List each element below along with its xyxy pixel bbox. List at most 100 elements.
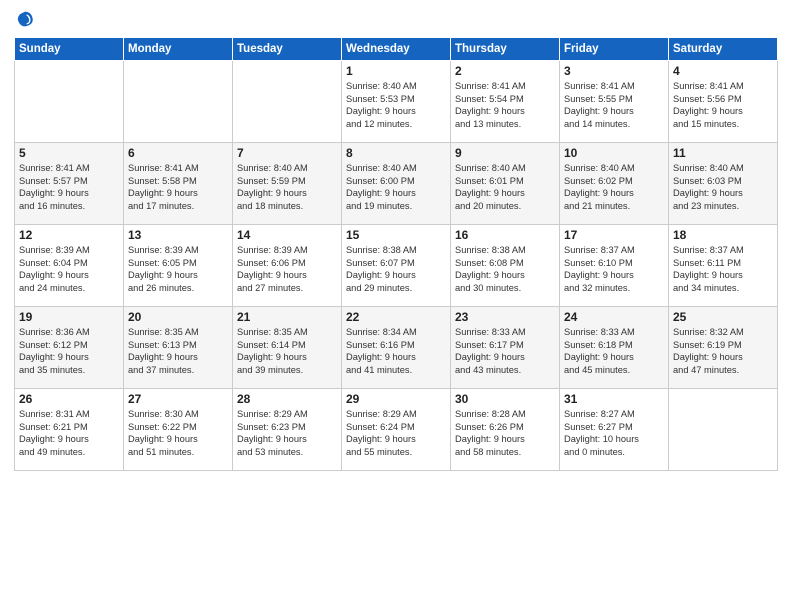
day-number: 5 (19, 146, 119, 160)
week-row-3: 12 Sunrise: 8:39 AM Sunset: 6:04 PM Dayli… (15, 225, 778, 307)
calendar-cell: 17 Sunrise: 8:37 AM Sunset: 6:10 PM Dayli… (560, 225, 669, 307)
calendar-cell (669, 389, 778, 471)
calendar-cell: 3 Sunrise: 8:41 AM Sunset: 5:55 PM Daylig… (560, 61, 669, 143)
cell-content: Sunrise: 8:36 AM Sunset: 6:12 PM Dayligh… (19, 326, 119, 376)
cell-content: Sunrise: 8:40 AM Sunset: 6:03 PM Dayligh… (673, 162, 773, 212)
day-header-sunday: Sunday (15, 38, 124, 61)
week-row-2: 5 Sunrise: 8:41 AM Sunset: 5:57 PM Daylig… (15, 143, 778, 225)
calendar-cell: 12 Sunrise: 8:39 AM Sunset: 6:04 PM Dayli… (15, 225, 124, 307)
calendar-cell: 8 Sunrise: 8:40 AM Sunset: 6:00 PM Daylig… (342, 143, 451, 225)
day-number: 26 (19, 392, 119, 406)
calendar-cell: 24 Sunrise: 8:33 AM Sunset: 6:18 PM Dayli… (560, 307, 669, 389)
cell-content: Sunrise: 8:40 AM Sunset: 6:02 PM Dayligh… (564, 162, 664, 212)
calendar-table: SundayMondayTuesdayWednesdayThursdayFrid… (14, 37, 778, 471)
calendar-cell: 6 Sunrise: 8:41 AM Sunset: 5:58 PM Daylig… (124, 143, 233, 225)
cell-content: Sunrise: 8:32 AM Sunset: 6:19 PM Dayligh… (673, 326, 773, 376)
calendar-cell: 10Sunrise: 8:40 AM Sunset: 6:02 PM Dayli… (560, 143, 669, 225)
day-header-friday: Friday (560, 38, 669, 61)
day-header-saturday: Saturday (669, 38, 778, 61)
day-header-monday: Monday (124, 38, 233, 61)
calendar-cell (124, 61, 233, 143)
calendar-cell: 26 Sunrise: 8:31 AM Sunset: 6:21 PM Dayli… (15, 389, 124, 471)
calendar-cell: 22 Sunrise: 8:34 AM Sunset: 6:16 PM Dayli… (342, 307, 451, 389)
calendar-cell: 30 Sunrise: 8:28 AM Sunset: 6:26 PM Dayli… (451, 389, 560, 471)
calendar-cell: 18Sunrise: 8:37 AM Sunset: 6:11 PM Dayli… (669, 225, 778, 307)
day-number: 24 (564, 310, 664, 324)
day-number: 19 (19, 310, 119, 324)
day-number: 16 (455, 228, 555, 242)
calendar-cell: 1Sunrise: 8:40 AM Sunset: 5:53 PM Daylig… (342, 61, 451, 143)
day-number: 20 (128, 310, 228, 324)
cell-content: Sunrise: 8:31 AM Sunset: 6:21 PM Dayligh… (19, 408, 119, 458)
day-number: 27 (128, 392, 228, 406)
day-number: 13 (128, 228, 228, 242)
logo (14, 10, 38, 33)
calendar-cell: 29 Sunrise: 8:29 AM Sunset: 6:24 PM Dayli… (342, 389, 451, 471)
calendar-cell: 5 Sunrise: 8:41 AM Sunset: 5:57 PM Daylig… (15, 143, 124, 225)
header (14, 10, 778, 33)
calendar-cell: 31 Sunrise: 8:27 AM Sunset: 6:27 PM Dayli… (560, 389, 669, 471)
day-number: 17 (564, 228, 664, 242)
day-number: 8 (346, 146, 446, 160)
cell-content: Sunrise: 8:33 AM Sunset: 6:18 PM Dayligh… (564, 326, 664, 376)
cell-content: Sunrise: 8:40 AM Sunset: 5:59 PM Dayligh… (237, 162, 337, 212)
calendar-cell: 4 Sunrise: 8:41 AM Sunset: 5:56 PM Daylig… (669, 61, 778, 143)
cell-content: Sunrise: 8:27 AM Sunset: 6:27 PM Dayligh… (564, 408, 664, 458)
day-number: 11 (673, 146, 773, 160)
cell-content: Sunrise: 8:30 AM Sunset: 6:22 PM Dayligh… (128, 408, 228, 458)
day-number: 29 (346, 392, 446, 406)
cell-content: Sunrise: 8:41 AM Sunset: 5:57 PM Dayligh… (19, 162, 119, 212)
cell-content: Sunrise: 8:37 AM Sunset: 6:10 PM Dayligh… (564, 244, 664, 294)
day-number: 23 (455, 310, 555, 324)
calendar-cell: 25 Sunrise: 8:32 AM Sunset: 6:19 PM Dayli… (669, 307, 778, 389)
cell-content: Sunrise: 8:38 AM Sunset: 6:07 PM Dayligh… (346, 244, 446, 294)
week-row-5: 26 Sunrise: 8:31 AM Sunset: 6:21 PM Dayli… (15, 389, 778, 471)
day-header-thursday: Thursday (451, 38, 560, 61)
cell-content: Sunrise: 8:39 AM Sunset: 6:05 PM Dayligh… (128, 244, 228, 294)
calendar-cell: 15Sunrise: 8:38 AM Sunset: 6:07 PM Dayli… (342, 225, 451, 307)
day-number: 6 (128, 146, 228, 160)
day-number: 31 (564, 392, 664, 406)
cell-content: Sunrise: 8:40 AM Sunset: 5:53 PM Dayligh… (346, 80, 446, 130)
day-number: 2 (455, 64, 555, 78)
calendar-cell: 20Sunrise: 8:35 AM Sunset: 6:13 PM Dayli… (124, 307, 233, 389)
day-number: 3 (564, 64, 664, 78)
cell-content: Sunrise: 8:41 AM Sunset: 5:56 PM Dayligh… (673, 80, 773, 130)
cell-content: Sunrise: 8:40 AM Sunset: 6:01 PM Dayligh… (455, 162, 555, 212)
calendar-cell: 21Sunrise: 8:35 AM Sunset: 6:14 PM Dayli… (233, 307, 342, 389)
calendar-cell: 14Sunrise: 8:39 AM Sunset: 6:06 PM Dayli… (233, 225, 342, 307)
day-number: 12 (19, 228, 119, 242)
calendar-cell (15, 61, 124, 143)
cell-content: Sunrise: 8:39 AM Sunset: 6:04 PM Dayligh… (19, 244, 119, 294)
day-header-wednesday: Wednesday (342, 38, 451, 61)
day-number: 21 (237, 310, 337, 324)
cell-content: Sunrise: 8:33 AM Sunset: 6:17 PM Dayligh… (455, 326, 555, 376)
calendar-cell: 23 Sunrise: 8:33 AM Sunset: 6:17 PM Dayli… (451, 307, 560, 389)
cell-content: Sunrise: 8:28 AM Sunset: 6:26 PM Dayligh… (455, 408, 555, 458)
logo-icon (16, 10, 34, 28)
day-number: 22 (346, 310, 446, 324)
day-number: 14 (237, 228, 337, 242)
cell-content: Sunrise: 8:29 AM Sunset: 6:24 PM Dayligh… (346, 408, 446, 458)
day-number: 30 (455, 392, 555, 406)
cell-content: Sunrise: 8:41 AM Sunset: 5:55 PM Dayligh… (564, 80, 664, 130)
calendar-cell: 2Sunrise: 8:41 AM Sunset: 5:54 PM Daylig… (451, 61, 560, 143)
cell-content: Sunrise: 8:29 AM Sunset: 6:23 PM Dayligh… (237, 408, 337, 458)
header-row: SundayMondayTuesdayWednesdayThursdayFrid… (15, 38, 778, 61)
cell-content: Sunrise: 8:34 AM Sunset: 6:16 PM Dayligh… (346, 326, 446, 376)
day-number: 9 (455, 146, 555, 160)
calendar-cell: 7 Sunrise: 8:40 AM Sunset: 5:59 PM Daylig… (233, 143, 342, 225)
calendar-cell: 13 Sunrise: 8:39 AM Sunset: 6:05 PM Dayli… (124, 225, 233, 307)
calendar-cell (233, 61, 342, 143)
cell-content: Sunrise: 8:40 AM Sunset: 6:00 PM Dayligh… (346, 162, 446, 212)
calendar-cell: 9 Sunrise: 8:40 AM Sunset: 6:01 PM Daylig… (451, 143, 560, 225)
calendar-cell: 19 Sunrise: 8:36 AM Sunset: 6:12 PM Dayli… (15, 307, 124, 389)
day-number: 18 (673, 228, 773, 242)
day-number: 7 (237, 146, 337, 160)
day-number: 4 (673, 64, 773, 78)
day-number: 25 (673, 310, 773, 324)
day-header-tuesday: Tuesday (233, 38, 342, 61)
calendar-cell: 16Sunrise: 8:38 AM Sunset: 6:08 PM Dayli… (451, 225, 560, 307)
cell-content: Sunrise: 8:41 AM Sunset: 5:58 PM Dayligh… (128, 162, 228, 212)
calendar-cell: 28Sunrise: 8:29 AM Sunset: 6:23 PM Dayli… (233, 389, 342, 471)
